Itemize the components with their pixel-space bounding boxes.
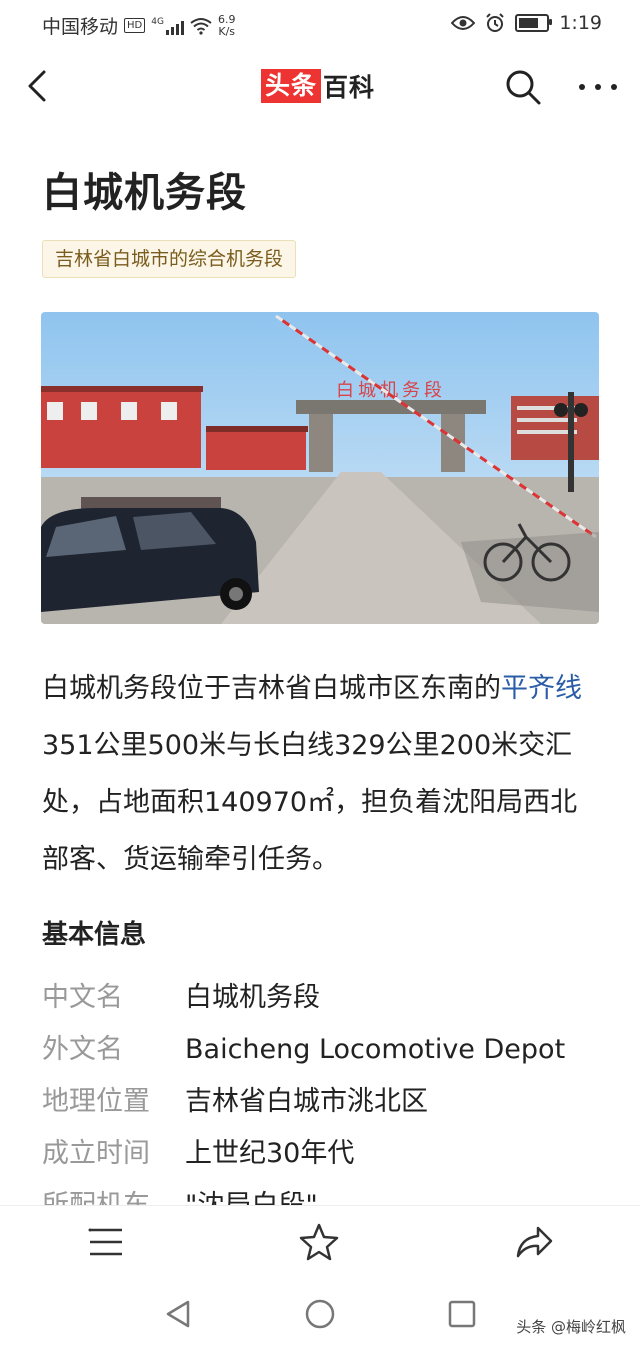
bottom-toolbar [0,1205,640,1281]
intro-paragraph: 白城机务段位于吉林省白城市区东南的平齐线 351公里500米与长白线329公里20… [42,660,602,888]
info-row: 中文名 白城机务段 [42,972,602,1024]
brand-part1: 头条 [261,69,322,103]
page-title: 白城机务段 [42,170,247,216]
nav-back-icon[interactable] [158,1294,198,1334]
status-bar: 中国移动 HD 4G 6.9 K/s 1:19 [0,0,640,48]
info-value: Baicheng Locomotive Depot [185,1034,566,1065]
brand-logo: 头条 百科 [261,68,375,104]
menu-list-icon[interactable] [86,1222,126,1262]
intro-text-2: 351公里500米与长白线329公里200米交汇处，占地面积140970㎡，担负… [42,730,578,875]
basic-info-heading: 基本信息 [42,920,147,950]
share-icon[interactable] [514,1222,554,1262]
signal-icon: 4G [151,17,184,35]
info-row: 成立时间 上世纪30年代 [42,1128,602,1180]
speed-unit: K/s [218,24,236,38]
brand-part2: 百科 [323,73,376,102]
clock: 1:19 [559,12,602,34]
depot-photo[interactable]: 白城机务段 [41,312,599,624]
eye-icon [451,16,476,30]
info-row: 外文名 Baicheng Locomotive Depot [42,1024,602,1076]
more-options-icon[interactable] [574,66,622,108]
info-row: 地理位置 吉林省白城市洮北区 [42,1076,602,1128]
status-left: 中国移动 HD 4G 6.9 K/s [42,12,235,39]
info-value: 吉林省白城市洮北区 [185,1086,428,1117]
top-nav: 头条 百科 [0,52,640,122]
watermark: 头条 @梅岭红枫 [516,1318,626,1336]
info-key: 外文名 [42,1034,123,1065]
battery-icon [515,14,553,32]
intro-text-1: 白城机务段位于吉林省白城市区东南的 [42,673,501,704]
status-right: 1:19 [451,12,602,34]
nav-home-icon[interactable] [300,1294,340,1334]
info-value: 白城机务段 [185,982,320,1013]
hd-badge: HD [124,18,146,33]
category-tag[interactable]: 吉林省白城市的综合机务段 [42,240,297,278]
nav-recents-icon[interactable] [442,1294,482,1334]
basic-info-table: 中文名 白城机务段 外文名 Baicheng Locomotive Depot … [42,972,602,1232]
info-value: 上世纪30年代 [185,1138,355,1169]
alarm-icon [486,13,505,32]
info-key: 成立时间 [42,1138,150,1169]
network-speed: 6.9 K/s [218,13,236,38]
wifi-icon [190,17,212,35]
network-label: 4G [151,16,164,27]
star-icon[interactable] [299,1222,339,1262]
info-key: 中文名 [42,982,123,1013]
back-arrow-icon[interactable] [20,66,60,106]
carrier-label: 中国移动 [42,16,119,38]
info-key: 地理位置 [42,1086,150,1117]
search-icon[interactable] [502,66,544,108]
intro-link[interactable]: 平齐线 [501,673,582,704]
gate-sign-text: 白城机务段 [336,380,446,401]
